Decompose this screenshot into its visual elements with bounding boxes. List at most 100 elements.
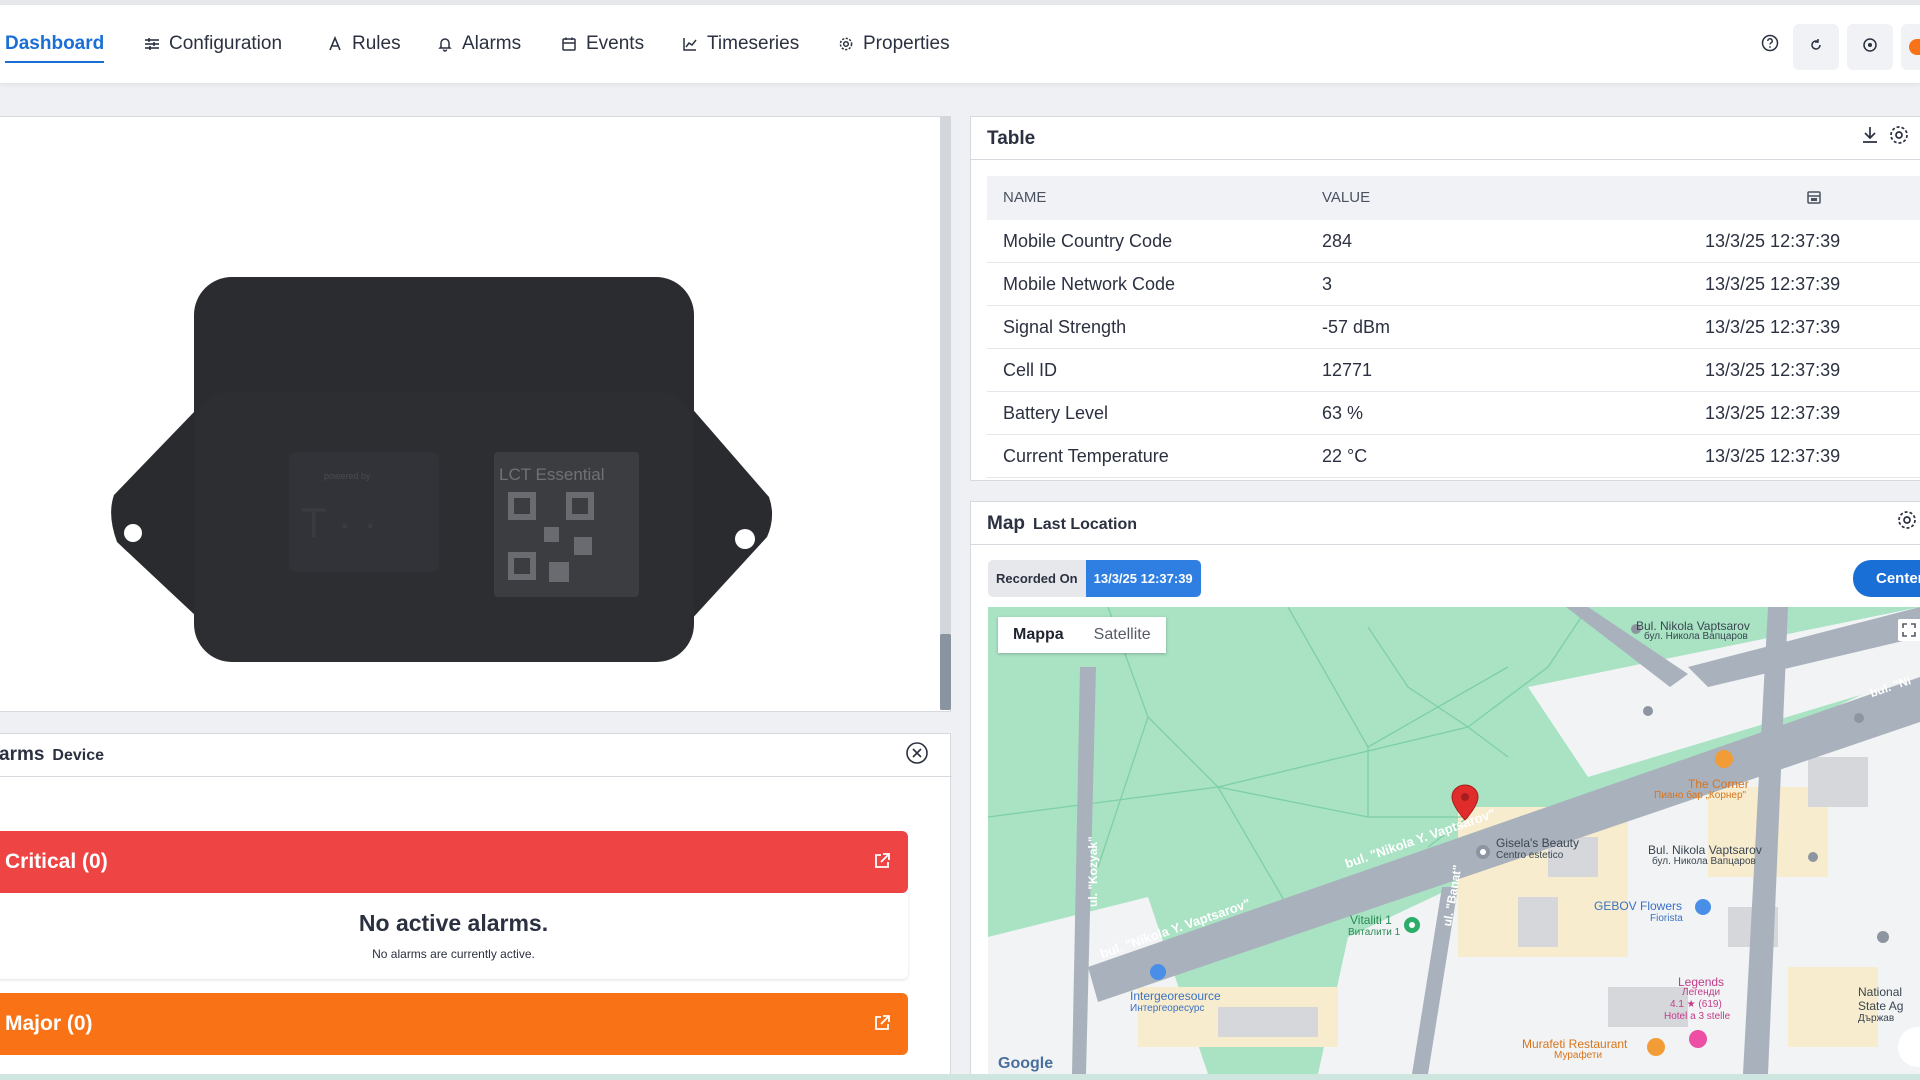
user-menu-button[interactable] xyxy=(1901,24,1920,70)
alarms-panel-header: arms Device xyxy=(0,734,952,777)
chart-line-icon xyxy=(681,35,699,53)
place-label: Пиано бар „Корнер" xyxy=(1654,790,1747,801)
table-cell-time: 13/3/25 12:37:39 xyxy=(1705,360,1841,380)
tab-alarms[interactable]: Alarms xyxy=(436,5,521,83)
sliders-icon xyxy=(143,35,161,53)
tab-configuration-label: Configuration xyxy=(169,33,283,54)
map-subtitle: Last Location xyxy=(1033,516,1138,533)
table-cell-name: Mobile Country Code xyxy=(1003,231,1173,251)
tab-timeseries[interactable]: Timeseries xyxy=(681,5,799,83)
calendar-icon xyxy=(560,35,578,53)
place-label: Vitaliti 1 xyxy=(1350,913,1392,927)
refresh-button[interactable] xyxy=(1793,24,1839,70)
map-type-satellite[interactable]: Satellite xyxy=(1079,617,1166,653)
table-cell-time: 13/3/25 12:37:39 xyxy=(1705,403,1841,423)
table-cell-name: Mobile Network Code xyxy=(1003,274,1176,294)
recorded-on-badge: Recorded On 13/3/25 12:37:39 xyxy=(988,560,1201,597)
tab-rules[interactable]: Rules xyxy=(326,5,401,83)
critical-alarms-body: No active alarms. No alarms are currentl… xyxy=(0,893,908,979)
external-link-icon[interactable] xyxy=(872,1013,892,1033)
critical-alarms-label: Critical (0) xyxy=(5,850,108,873)
place-label: бул. Никола Вапцаров xyxy=(1652,856,1756,867)
tab-properties[interactable]: Properties xyxy=(837,5,950,83)
alarms-panel: arms Device Critical (0) No active alarm… xyxy=(0,733,952,1080)
table-cell-value: 22 °C xyxy=(1322,446,1368,466)
table-row: Signal Strength -57 dBm 13/3/25 12:37:39 xyxy=(987,306,1920,349)
table-row: Battery Level 63 % 13/3/25 12:37:39 xyxy=(987,392,1920,435)
table-cell-value: 63 % xyxy=(1322,403,1364,423)
place-label: Bul. Nikola Vaptsarov xyxy=(1648,843,1762,857)
column-header-name[interactable]: NAME xyxy=(1003,189,1046,206)
tab-configuration[interactable]: Configuration xyxy=(143,5,282,83)
tab-properties-label: Properties xyxy=(863,33,950,54)
place-label: National xyxy=(1858,985,1903,999)
map-title: Map xyxy=(987,513,1025,534)
table-cell-name: Cell ID xyxy=(1003,360,1058,380)
map-view[interactable]: Mappa Satellite Bul. Nikola Vaptsarov бу… xyxy=(988,607,1920,1074)
major-alarms-bar[interactable]: Major (0) xyxy=(0,993,908,1055)
alarms-panel-title: arms Device xyxy=(0,744,104,766)
table-cell-name: Signal Strength xyxy=(1003,317,1127,337)
table-title: Table xyxy=(987,128,1036,149)
top-navbar: Dashboard Configuration Rules Alarms Eve… xyxy=(0,5,1920,83)
table-panel-header: Table xyxy=(971,117,1920,160)
calendar-icon[interactable] xyxy=(1805,188,1823,206)
scrollbar-thumb[interactable] xyxy=(940,634,951,710)
download-icon[interactable] xyxy=(1859,124,1881,146)
fullscreen-icon[interactable] xyxy=(1898,619,1920,641)
tab-rules-label: Rules xyxy=(352,33,401,54)
place-label: Държав xyxy=(1858,1013,1895,1024)
place-label: Gisela's Beauty xyxy=(1496,836,1579,850)
table-cell-value: 284 xyxy=(1322,231,1353,251)
tab-events-label: Events xyxy=(586,33,645,54)
scrollbar-track[interactable] xyxy=(940,116,951,710)
close-icon[interactable] xyxy=(905,741,929,765)
table-cell-name: Current Temperature xyxy=(1003,446,1169,466)
table-row: Mobile Network Code 3 13/3/25 12:37:39 xyxy=(987,263,1920,306)
external-link-icon[interactable] xyxy=(872,851,892,871)
map-type-control: Mappa Satellite xyxy=(998,617,1166,653)
recorded-on-value: 13/3/25 12:37:39 xyxy=(1085,560,1201,597)
place-label: GEBOV Flowers xyxy=(1594,899,1683,913)
table-settings-icon[interactable] xyxy=(1887,123,1911,147)
rules-icon xyxy=(326,35,344,53)
table-cell-name: Battery Level xyxy=(1003,403,1109,423)
help-icon[interactable] xyxy=(1759,32,1781,54)
place-label: Murafeti Restaurant xyxy=(1522,1037,1628,1051)
map-type-mappa[interactable]: Mappa xyxy=(998,617,1079,653)
column-header-value[interactable]: VALUE xyxy=(1322,189,1370,206)
place-label: Мурафети xyxy=(1554,1050,1603,1061)
major-alarms-label: Major (0) xyxy=(5,1012,93,1035)
svg-text:T · ·: T · · xyxy=(301,499,377,546)
place-label: Интергеоресурс xyxy=(1130,1003,1205,1014)
device-image: powered by LCT Essential T · · xyxy=(111,277,773,662)
street-label: ul. "Kozyak" xyxy=(1086,836,1100,907)
alarms-title: arms xyxy=(0,744,45,765)
settings-circle-button[interactable] xyxy=(1847,24,1893,70)
place-label: Легенди xyxy=(1682,987,1721,998)
critical-alarms-bar[interactable]: Critical (0) xyxy=(0,831,908,893)
device-powered-by-text: powered by xyxy=(324,471,371,481)
table-cell-value: -57 dBm xyxy=(1322,317,1391,337)
settings-circle-icon xyxy=(1862,37,1878,58)
place-label: Intergeoresource xyxy=(1130,989,1221,1003)
table-cell-value: 3 xyxy=(1322,274,1333,294)
tab-timeseries-label: Timeseries xyxy=(707,33,800,54)
table-header-row: NAME VALUE xyxy=(987,176,1920,220)
map-panel-header: Map Last Location xyxy=(971,502,1920,545)
device-product-text: LCT Essential xyxy=(499,465,605,484)
tab-dashboard[interactable]: Dashboard xyxy=(5,5,105,83)
place-label: Hotel a 3 stelle xyxy=(1664,1011,1731,1022)
device-image-panel: powered by LCT Essential T · · xyxy=(0,116,951,712)
map-canvas xyxy=(988,607,1920,1074)
place-label: Centro estetico xyxy=(1496,850,1564,861)
bottom-strip xyxy=(0,1074,1920,1080)
tab-events[interactable]: Events xyxy=(560,5,644,83)
center-button[interactable]: Center xyxy=(1853,560,1920,597)
map-settings-icon[interactable] xyxy=(1895,508,1919,532)
table-row: Mobile Country Code 284 13/3/25 12:37:39 xyxy=(987,220,1920,263)
alarms-subtitle: Device xyxy=(52,747,105,764)
place-label: The Corner xyxy=(1688,777,1749,791)
place-label: Виталити 1 xyxy=(1348,927,1401,938)
table-row: Current Temperature 22 °C 13/3/25 12:37:… xyxy=(987,435,1920,478)
